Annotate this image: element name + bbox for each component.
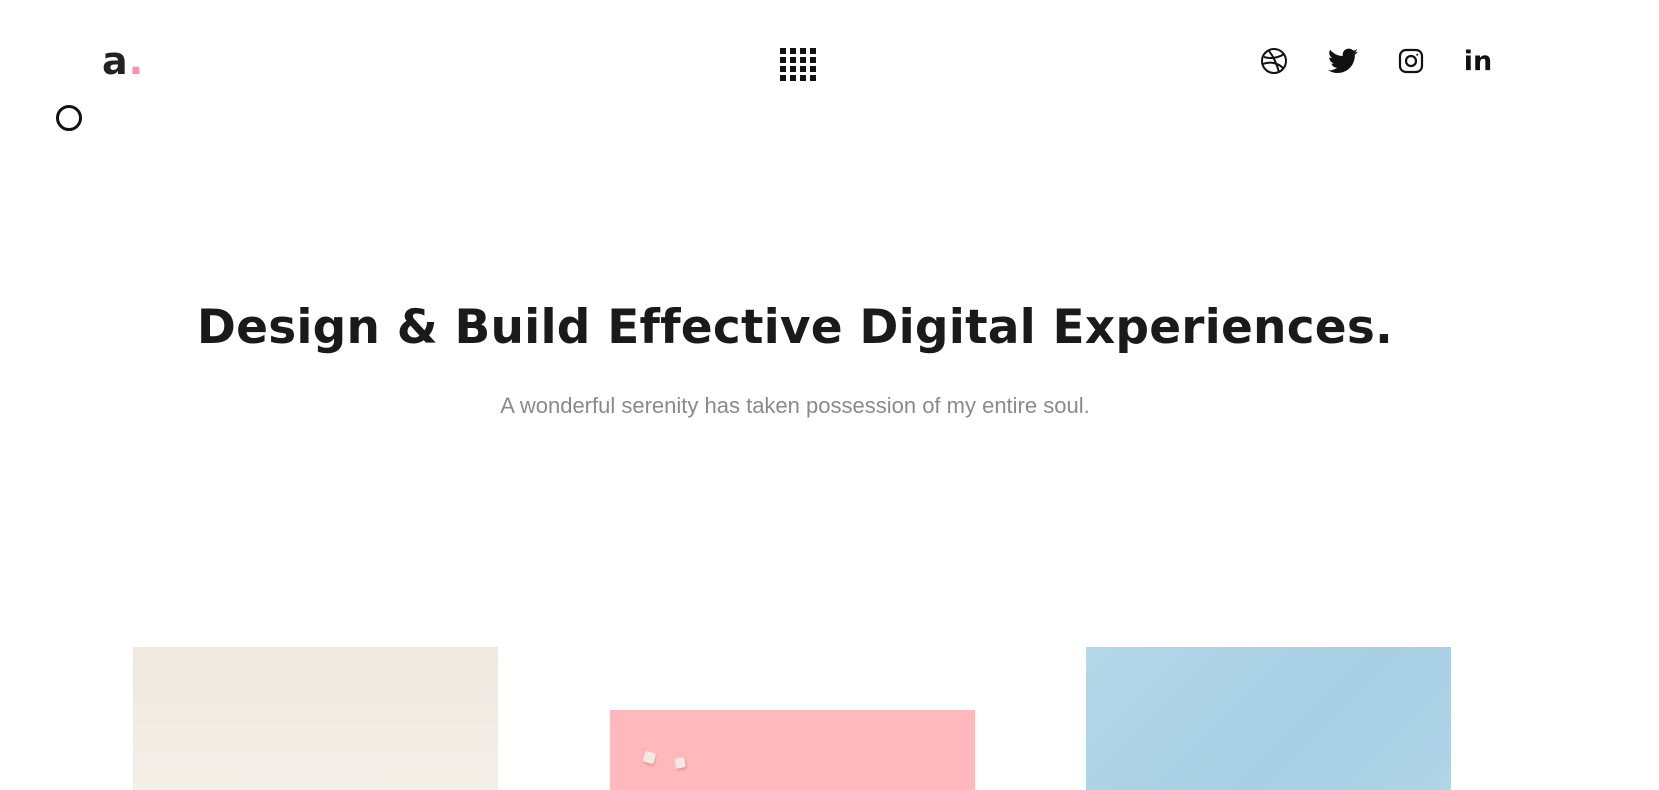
twitter-icon[interactable] [1326,44,1360,78]
dribbble-icon[interactable] [1257,44,1291,78]
sugar-cube-image [674,757,686,769]
logo-letter: a [102,39,129,83]
site-logo[interactable]: a. [102,42,144,80]
grid-menu-icon[interactable] [780,48,816,82]
cursor-circle-icon [56,105,82,131]
project-card-3[interactable] [1086,647,1451,790]
linkedin-label: in [1463,45,1493,77]
instagram-icon[interactable] [1394,44,1428,78]
linkedin-icon[interactable]: in [1461,44,1495,78]
sugar-cube-image [642,750,657,765]
logo-dot: . [128,39,145,83]
hero-subtitle: A wonderful serenity has taken possessio… [500,393,1090,418]
hero-title: Design & Build Effective Digital Experie… [196,300,1394,355]
project-card-1[interactable] [133,647,498,790]
project-card-2[interactable] [610,710,975,790]
